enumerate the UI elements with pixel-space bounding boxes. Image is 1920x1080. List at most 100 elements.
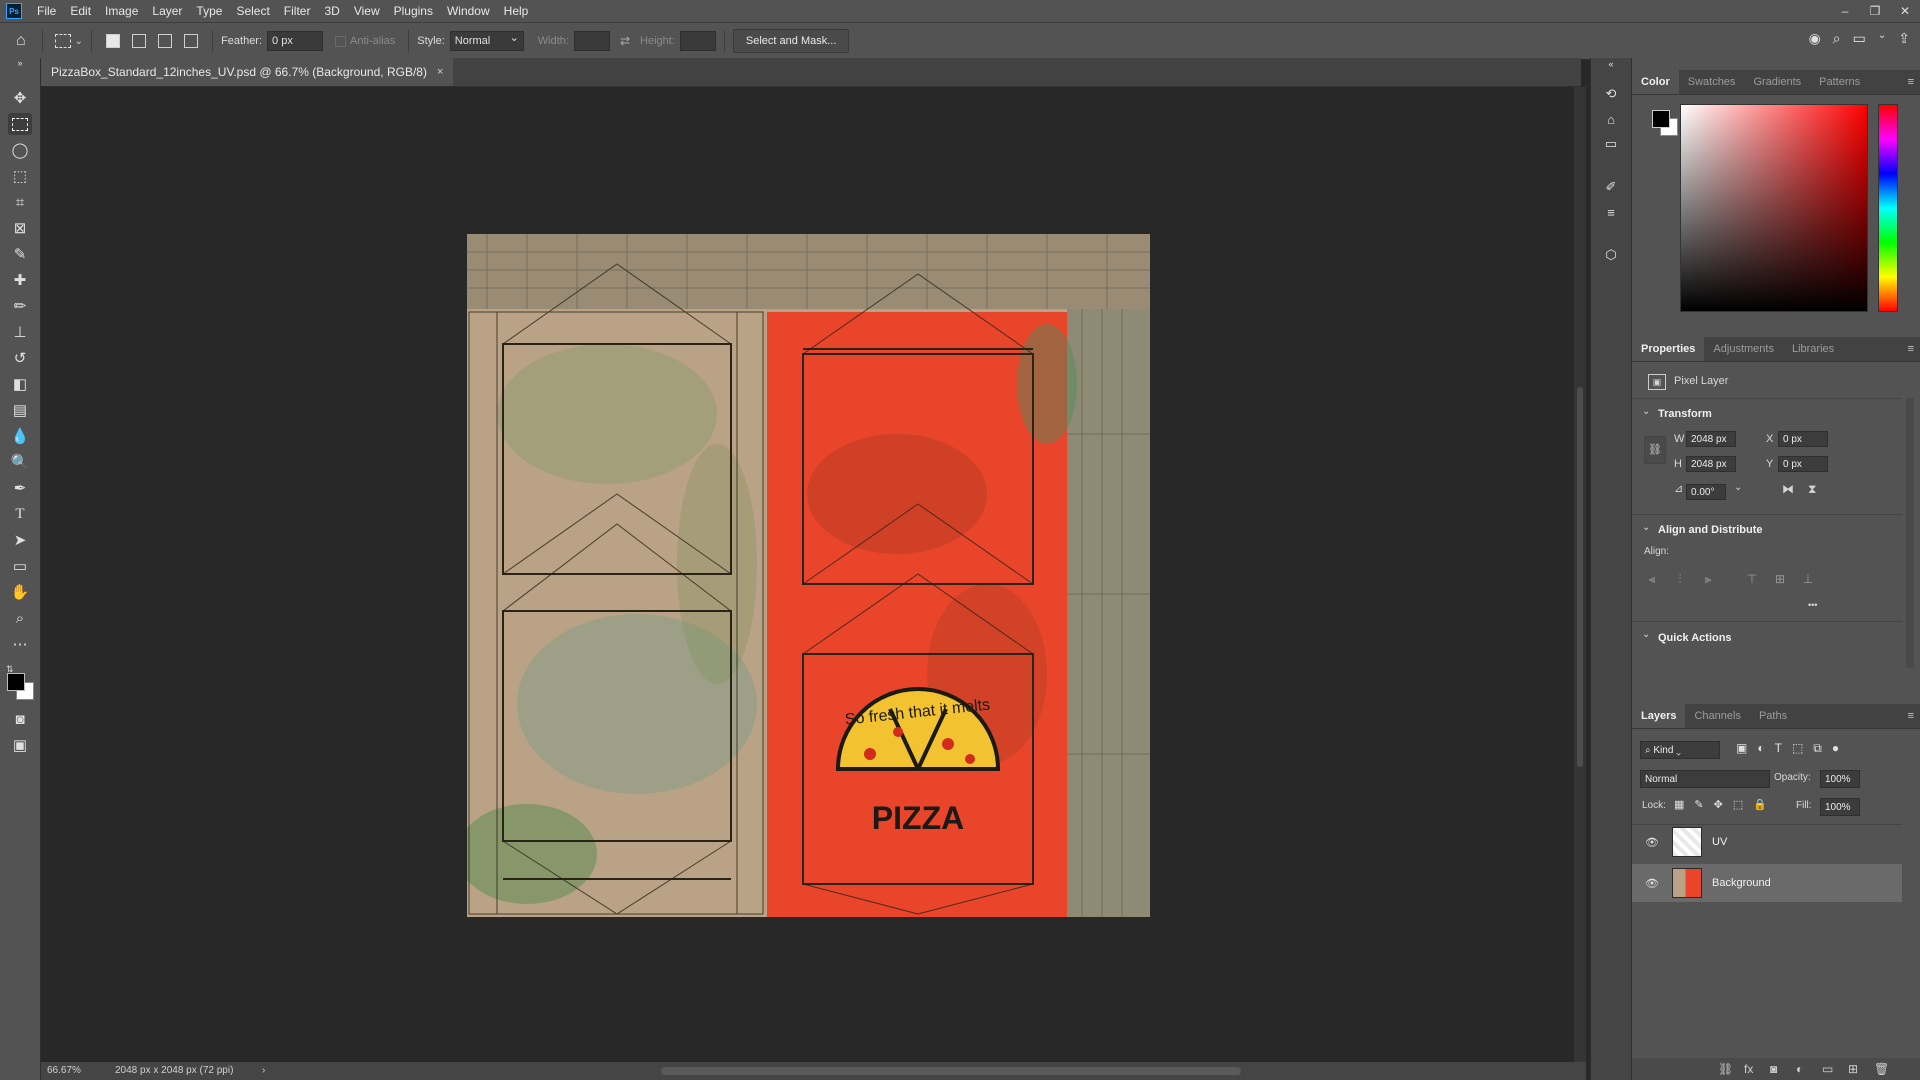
move-tool-icon[interactable]: ✥ [8, 87, 32, 109]
align-middle-v-icon[interactable]: ⊞ [1772, 572, 1788, 588]
feather-input[interactable]: 0 px [267, 31, 324, 51]
flip-vertical-icon[interactable]: ⧗ [1808, 482, 1816, 497]
menu-3d[interactable]: 3D [317, 0, 346, 22]
hue-slider[interactable] [1878, 104, 1898, 312]
account-icon[interactable]: ◉ [1809, 30, 1821, 47]
align-center-h-icon[interactable]: ⫶ [1672, 572, 1688, 588]
align-right-icon[interactable]: ⫸ [1700, 572, 1716, 588]
swap-dimensions-icon[interactable]: ⇄ [620, 34, 630, 48]
tab-patterns[interactable]: Patterns [1810, 70, 1869, 94]
home-icon[interactable]: ⌂ [16, 32, 26, 50]
menu-plugins[interactable]: Plugins [387, 0, 440, 22]
anti-alias-checkbox[interactable] [335, 35, 347, 47]
panel-menu-icon[interactable]: ≡ [1908, 343, 1914, 355]
new-selection-icon[interactable] [106, 34, 121, 48]
3d-icon[interactable]: ⬡ [1599, 244, 1623, 266]
menu-image[interactable]: Image [98, 0, 145, 22]
filter-toggle-icon[interactable]: ● [1832, 741, 1839, 756]
more-options-icon[interactable]: ••• [1808, 600, 1817, 610]
layer-row-uv[interactable]: 👁 UV [1632, 823, 1902, 861]
color-field[interactable] [1680, 104, 1868, 312]
flip-horizontal-icon[interactable]: ⧓ [1782, 482, 1794, 496]
close-window-button[interactable]: ✕ [1890, 0, 1920, 22]
tab-adjustments[interactable]: Adjustments [1704, 337, 1783, 361]
rectangle-tool-icon[interactable]: ▭ [8, 555, 32, 577]
healing-brush-tool-icon[interactable]: ✚ [8, 269, 32, 291]
horizontal-scrollbar-thumb[interactable] [661, 1067, 1241, 1075]
blend-mode-select[interactable]: Normal [1640, 770, 1770, 788]
chevron-down-icon[interactable]: ⌄ [1642, 522, 1650, 533]
link-layers-icon[interactable]: ⛓ [1718, 1062, 1733, 1076]
style-select[interactable]: Normal [449, 29, 524, 51]
subtract-selection-icon[interactable] [158, 34, 173, 48]
layer-name[interactable]: Background [1712, 877, 1771, 889]
workspace-icon[interactable]: ▭ [1853, 30, 1866, 47]
blur-tool-icon[interactable]: 💧 [8, 425, 32, 447]
document-tab[interactable]: PizzaBox_Standard_12inches_UV.psd @ 66.7… [41, 58, 454, 86]
fg-color-chip[interactable] [1652, 110, 1670, 128]
layer-kind-filter[interactable]: ⌕ Kind ⌄ [1640, 741, 1720, 759]
adjustments-icon[interactable]: ≡ [1599, 201, 1623, 223]
vertical-scrollbar[interactable] [1574, 87, 1586, 1062]
eyedropper-tool-icon[interactable]: ✎ [8, 243, 32, 265]
menu-layer[interactable]: Layer [145, 0, 189, 22]
chevron-down-icon[interactable]: ⌄ [1642, 406, 1650, 417]
history-icon[interactable]: ⟲ [1599, 83, 1623, 105]
chevron-down-icon[interactable]: ⌄ [1878, 30, 1886, 47]
brush-settings-icon[interactable]: ✐ [1599, 176, 1623, 198]
gradient-tool-icon[interactable]: ▤ [8, 399, 32, 421]
tab-libraries[interactable]: Libraries [1783, 337, 1843, 361]
quick-actions-title[interactable]: Quick Actions [1658, 632, 1732, 644]
menu-type[interactable]: Type [189, 0, 229, 22]
layer-row-background[interactable]: 👁 Background [1632, 864, 1902, 902]
tab-layers[interactable]: Layers [1632, 704, 1686, 728]
type-tool-icon[interactable]: T [8, 503, 32, 525]
lock-image-icon[interactable]: ✎ [1694, 798, 1703, 811]
delete-layer-icon[interactable]: 🗑 [1874, 1062, 1889, 1076]
align-bottom-icon[interactable]: ⊥ [1800, 572, 1816, 588]
zoom-level[interactable]: 66.67% [47, 1062, 81, 1080]
share-icon[interactable]: ⇪ [1898, 30, 1910, 47]
crop-tool-icon[interactable]: ⌗ [8, 191, 32, 213]
chevron-down-icon[interactable]: ⌄ [1642, 629, 1650, 640]
pen-tool-icon[interactable]: ✒ [8, 477, 32, 499]
screen-mode-icon[interactable]: ▣ [8, 734, 32, 756]
menu-file[interactable]: File [30, 0, 63, 22]
fill-field[interactable]: 100% [1820, 798, 1860, 816]
menu-view[interactable]: View [347, 0, 387, 22]
path-selection-tool-icon[interactable]: ➤ [8, 529, 32, 551]
brush-tool-icon[interactable]: ✏ [8, 295, 32, 317]
align-top-icon[interactable]: ⊤ [1744, 572, 1760, 588]
panel-menu-icon[interactable]: ≡ [1908, 76, 1914, 88]
restore-button[interactable]: ❐ [1860, 0, 1890, 22]
menu-select[interactable]: Select [229, 0, 276, 22]
close-tab-icon[interactable]: × [437, 58, 443, 86]
history-brush-tool-icon[interactable]: ↺ [8, 347, 32, 369]
fx-icon[interactable]: fx [1744, 1062, 1753, 1076]
collapse-panels-icon[interactable]: « [1599, 58, 1623, 70]
align-section-title[interactable]: Align and Distribute [1658, 524, 1763, 536]
opacity-field[interactable]: 100% [1820, 770, 1860, 788]
menu-window[interactable]: Window [440, 0, 497, 22]
transform-section-title[interactable]: Transform [1658, 408, 1712, 420]
filter-adjustment-icon[interactable]: ◐ [1757, 741, 1764, 756]
object-selection-tool-icon[interactable]: ⬚ [8, 165, 32, 187]
lasso-tool-icon[interactable]: ◯ [8, 139, 32, 161]
menu-help[interactable]: Help [497, 0, 536, 22]
chevron-down-icon[interactable]: ⌄ [75, 36, 83, 47]
tab-channels[interactable]: Channels [1685, 704, 1749, 728]
new-group-icon[interactable]: ▭ [1822, 1062, 1833, 1076]
rectangular-marquee-tool-icon[interactable] [8, 113, 32, 135]
lock-position-icon[interactable]: ✥ [1714, 798, 1723, 811]
select-and-mask-button[interactable]: Select and Mask... [732, 29, 850, 53]
adjustment-layer-icon[interactable]: ◐ [1796, 1062, 1803, 1076]
eraser-tool-icon[interactable]: ◧ [8, 373, 32, 395]
document-canvas[interactable]: So fresh that it melts PIZZA [467, 234, 1150, 917]
status-arrow-icon[interactable]: › [262, 1062, 265, 1080]
search-icon[interactable]: ⌕ [1833, 30, 1841, 47]
lock-all-icon[interactable]: 🔒 [1753, 798, 1767, 811]
width-input[interactable] [573, 31, 610, 51]
y-field[interactable]: 0 px [1778, 456, 1828, 472]
properties-scrollbar[interactable] [1906, 398, 1914, 668]
chevron-down-icon[interactable]: ⌄ [1734, 482, 1742, 493]
